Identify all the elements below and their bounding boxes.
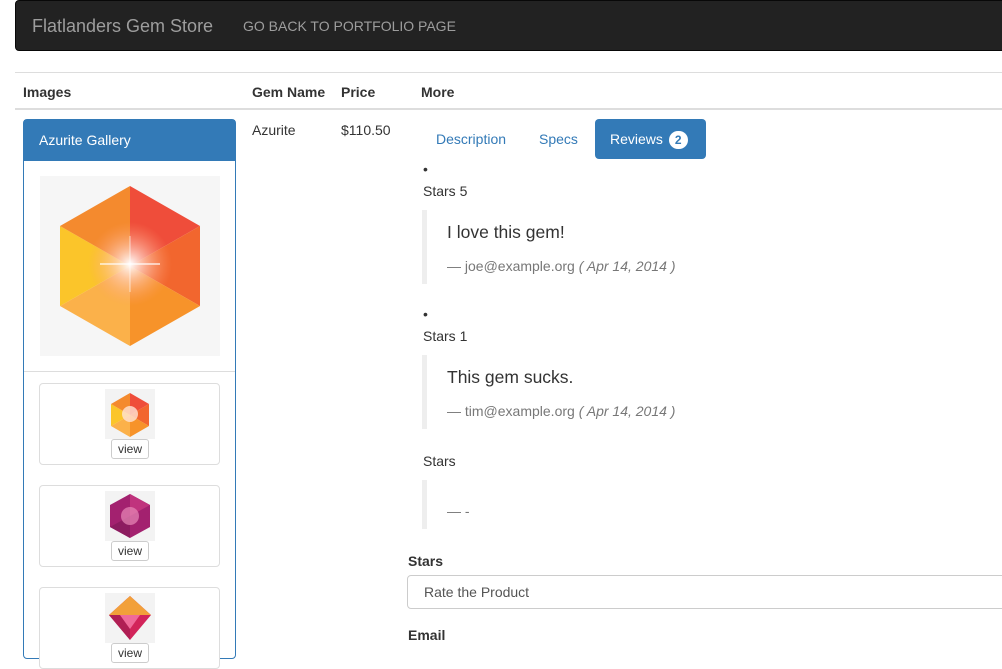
tab-reviews[interactable]: Reviews 2 [595, 119, 706, 159]
review-footer: — joe@example.org ( Apr 14, 2014 ) [447, 258, 675, 274]
reviews-count-badge: 2 [668, 131, 688, 150]
view-button[interactable]: view [111, 643, 149, 663]
review-body: I love this gem! [447, 222, 565, 242]
review-dash: — [447, 403, 461, 419]
header-more: More [421, 84, 455, 100]
list-bullet: • [423, 161, 428, 177]
table-header-border [15, 108, 1002, 110]
thumbnail-card: view [39, 485, 220, 567]
stars-select[interactable]: Rate the Product [407, 575, 1002, 609]
tab-specs[interactable]: Specs [539, 119, 578, 159]
stars-label: Stars [408, 553, 444, 569]
orange-gem-icon[interactable] [105, 389, 155, 439]
orange-gem-icon [60, 186, 200, 346]
review-author: joe@example.org [464, 258, 575, 274]
review-stars: Stars 5 [423, 183, 468, 199]
header-price: Price [341, 84, 376, 100]
preview-footer: — - [447, 503, 470, 519]
table-top-border [15, 72, 1002, 73]
brand-link[interactable]: Flatlanders Gem Store [32, 16, 213, 37]
header-images: Images [23, 84, 72, 100]
gallery-panel: Azurite Gallery view view view [23, 119, 236, 669]
review-author: tim@example.org [464, 403, 575, 419]
review-footer: — tim@example.org ( Apr 14, 2014 ) [447, 403, 675, 419]
thumbnail-card: view [39, 383, 220, 465]
gem-price: $110.50 [341, 122, 391, 138]
thumbnail-card: view [39, 587, 220, 669]
blockquote-border [422, 355, 427, 429]
review-stars: Stars 1 [423, 328, 468, 344]
gem-name: Azurite [252, 122, 296, 138]
blockquote-border [422, 480, 427, 529]
blockquote-border [422, 210, 427, 284]
review-date: ( Apr 14, 2014 ) [578, 258, 676, 274]
purple-gem-icon[interactable] [105, 491, 155, 541]
list-bullet: • [423, 306, 428, 322]
red-gem-icon[interactable] [105, 593, 155, 643]
email-label: Email [408, 627, 446, 643]
preview-stars: Stars [423, 453, 456, 469]
tab-description[interactable]: Description [436, 119, 506, 159]
portfolio-link[interactable]: GO BACK TO PORTFOLIO PAGE [243, 18, 456, 34]
tab-reviews-label: Reviews [610, 131, 663, 147]
gallery-title: Azurite Gallery [24, 120, 235, 161]
gallery-divider [24, 371, 235, 372]
header-gem-name: Gem Name [252, 84, 326, 100]
main-gem-image [40, 176, 220, 356]
view-button[interactable]: view [111, 541, 149, 561]
review-dash: — [447, 258, 461, 274]
review-body: This gem sucks. [447, 367, 574, 387]
review-date: ( Apr 14, 2014 ) [578, 403, 676, 419]
view-button[interactable]: view [111, 439, 149, 459]
top-navbar: Flatlanders Gem Store GO BACK TO PORTFOL… [15, 0, 1002, 51]
